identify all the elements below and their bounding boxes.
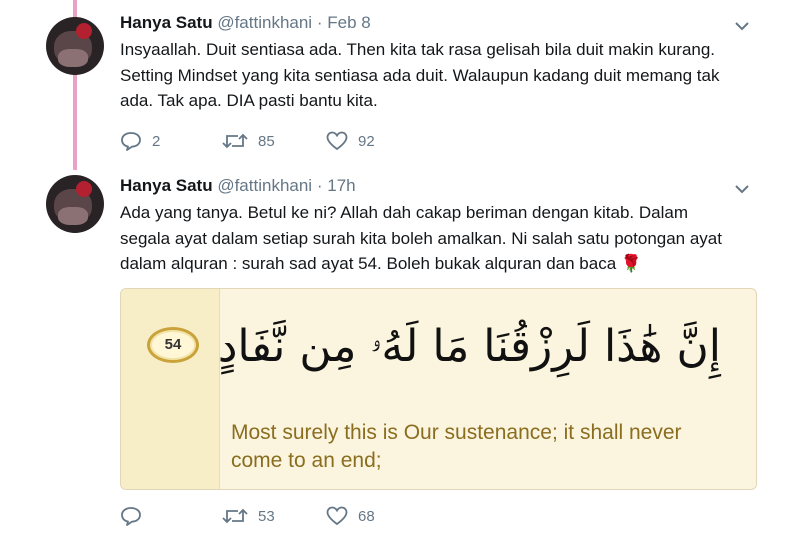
display-name[interactable]: Hanya Satu [120,176,213,195]
tweet-text-line: dalam alquran : surah sad ayat 54. Boleh… [120,251,760,277]
retweet-icon [222,133,248,149]
timestamp[interactable]: 17h [327,176,355,195]
like-button[interactable]: 68 [326,506,375,526]
verse-translation: Most surely this is Our sustenance; it s… [231,421,682,472]
retweet-button[interactable]: 53 [222,506,275,526]
tweet-text-line: ada. Tak apa. DIA pasti bantu kita. [120,91,378,110]
tweet-text: Ada yang tanya. Betul ke ni? Allah dah c… [120,200,760,277]
ayah-number-badge: 54 [147,327,199,363]
chevron-down-icon[interactable] [734,183,750,195]
chevron-down-icon[interactable] [734,20,750,32]
reply-button[interactable]: 2 [120,131,160,151]
reply-icon [121,132,141,151]
heart-icon [326,506,348,526]
retweet-count: 85 [258,132,275,150]
tweet-text-line: segala ayat dalam setiap surah kita bole… [120,228,722,248]
arabic-verse: إِنَّ هَٰذَا لَرِزْقُنَا مَا لَهُۥ مِن ن… [217,321,721,372]
tweet-text-line: Ada yang tanya. Betul ke ni? Allah dah c… [120,203,688,222]
heart-icon [326,131,348,151]
separator-dot: · [316,13,323,32]
tweet-text-line: Insyaallah. Duit sentiasa ada. Then kita… [120,40,716,59]
avatar[interactable] [46,175,104,233]
verse-number-panel: 54 [121,289,220,489]
timestamp[interactable]: Feb 8 [327,13,370,32]
separator-dot: · [316,176,323,195]
like-button[interactable]: 92 [326,131,375,151]
tweet-text: Insyaallah. Duit sentiasa ada. Then kita… [120,37,760,114]
tweet-header: Hanya Satu @fattinkhani · Feb 8 [120,12,371,34]
retweet-count: 53 [258,507,275,525]
tweet-text-line: Setting Mindset yang kita sentiasa ada d… [120,65,720,85]
reply-button[interactable] [120,506,152,526]
quran-verse-card[interactable]: 54 إِنَّ هَٰذَا لَرِزْقُنَا مَا لَهُۥ مِ… [120,288,757,490]
avatar[interactable] [46,17,104,75]
rose-emoji: 🌹 [620,254,643,273]
user-handle[interactable]: @fattinkhani [217,176,312,195]
reply-count: 2 [152,132,161,150]
tweet-header: Hanya Satu @fattinkhani · 17h [120,175,356,197]
retweet-icon [222,508,248,524]
like-count: 68 [358,507,375,525]
like-count: 92 [358,132,375,150]
user-handle[interactable]: @fattinkhani [217,13,312,32]
reply-icon [121,507,141,526]
display-name[interactable]: Hanya Satu [120,13,213,32]
retweet-button[interactable]: 85 [222,131,275,151]
tweet-text-segment: dalam alquran : surah sad ayat 54. Boleh… [120,254,617,273]
